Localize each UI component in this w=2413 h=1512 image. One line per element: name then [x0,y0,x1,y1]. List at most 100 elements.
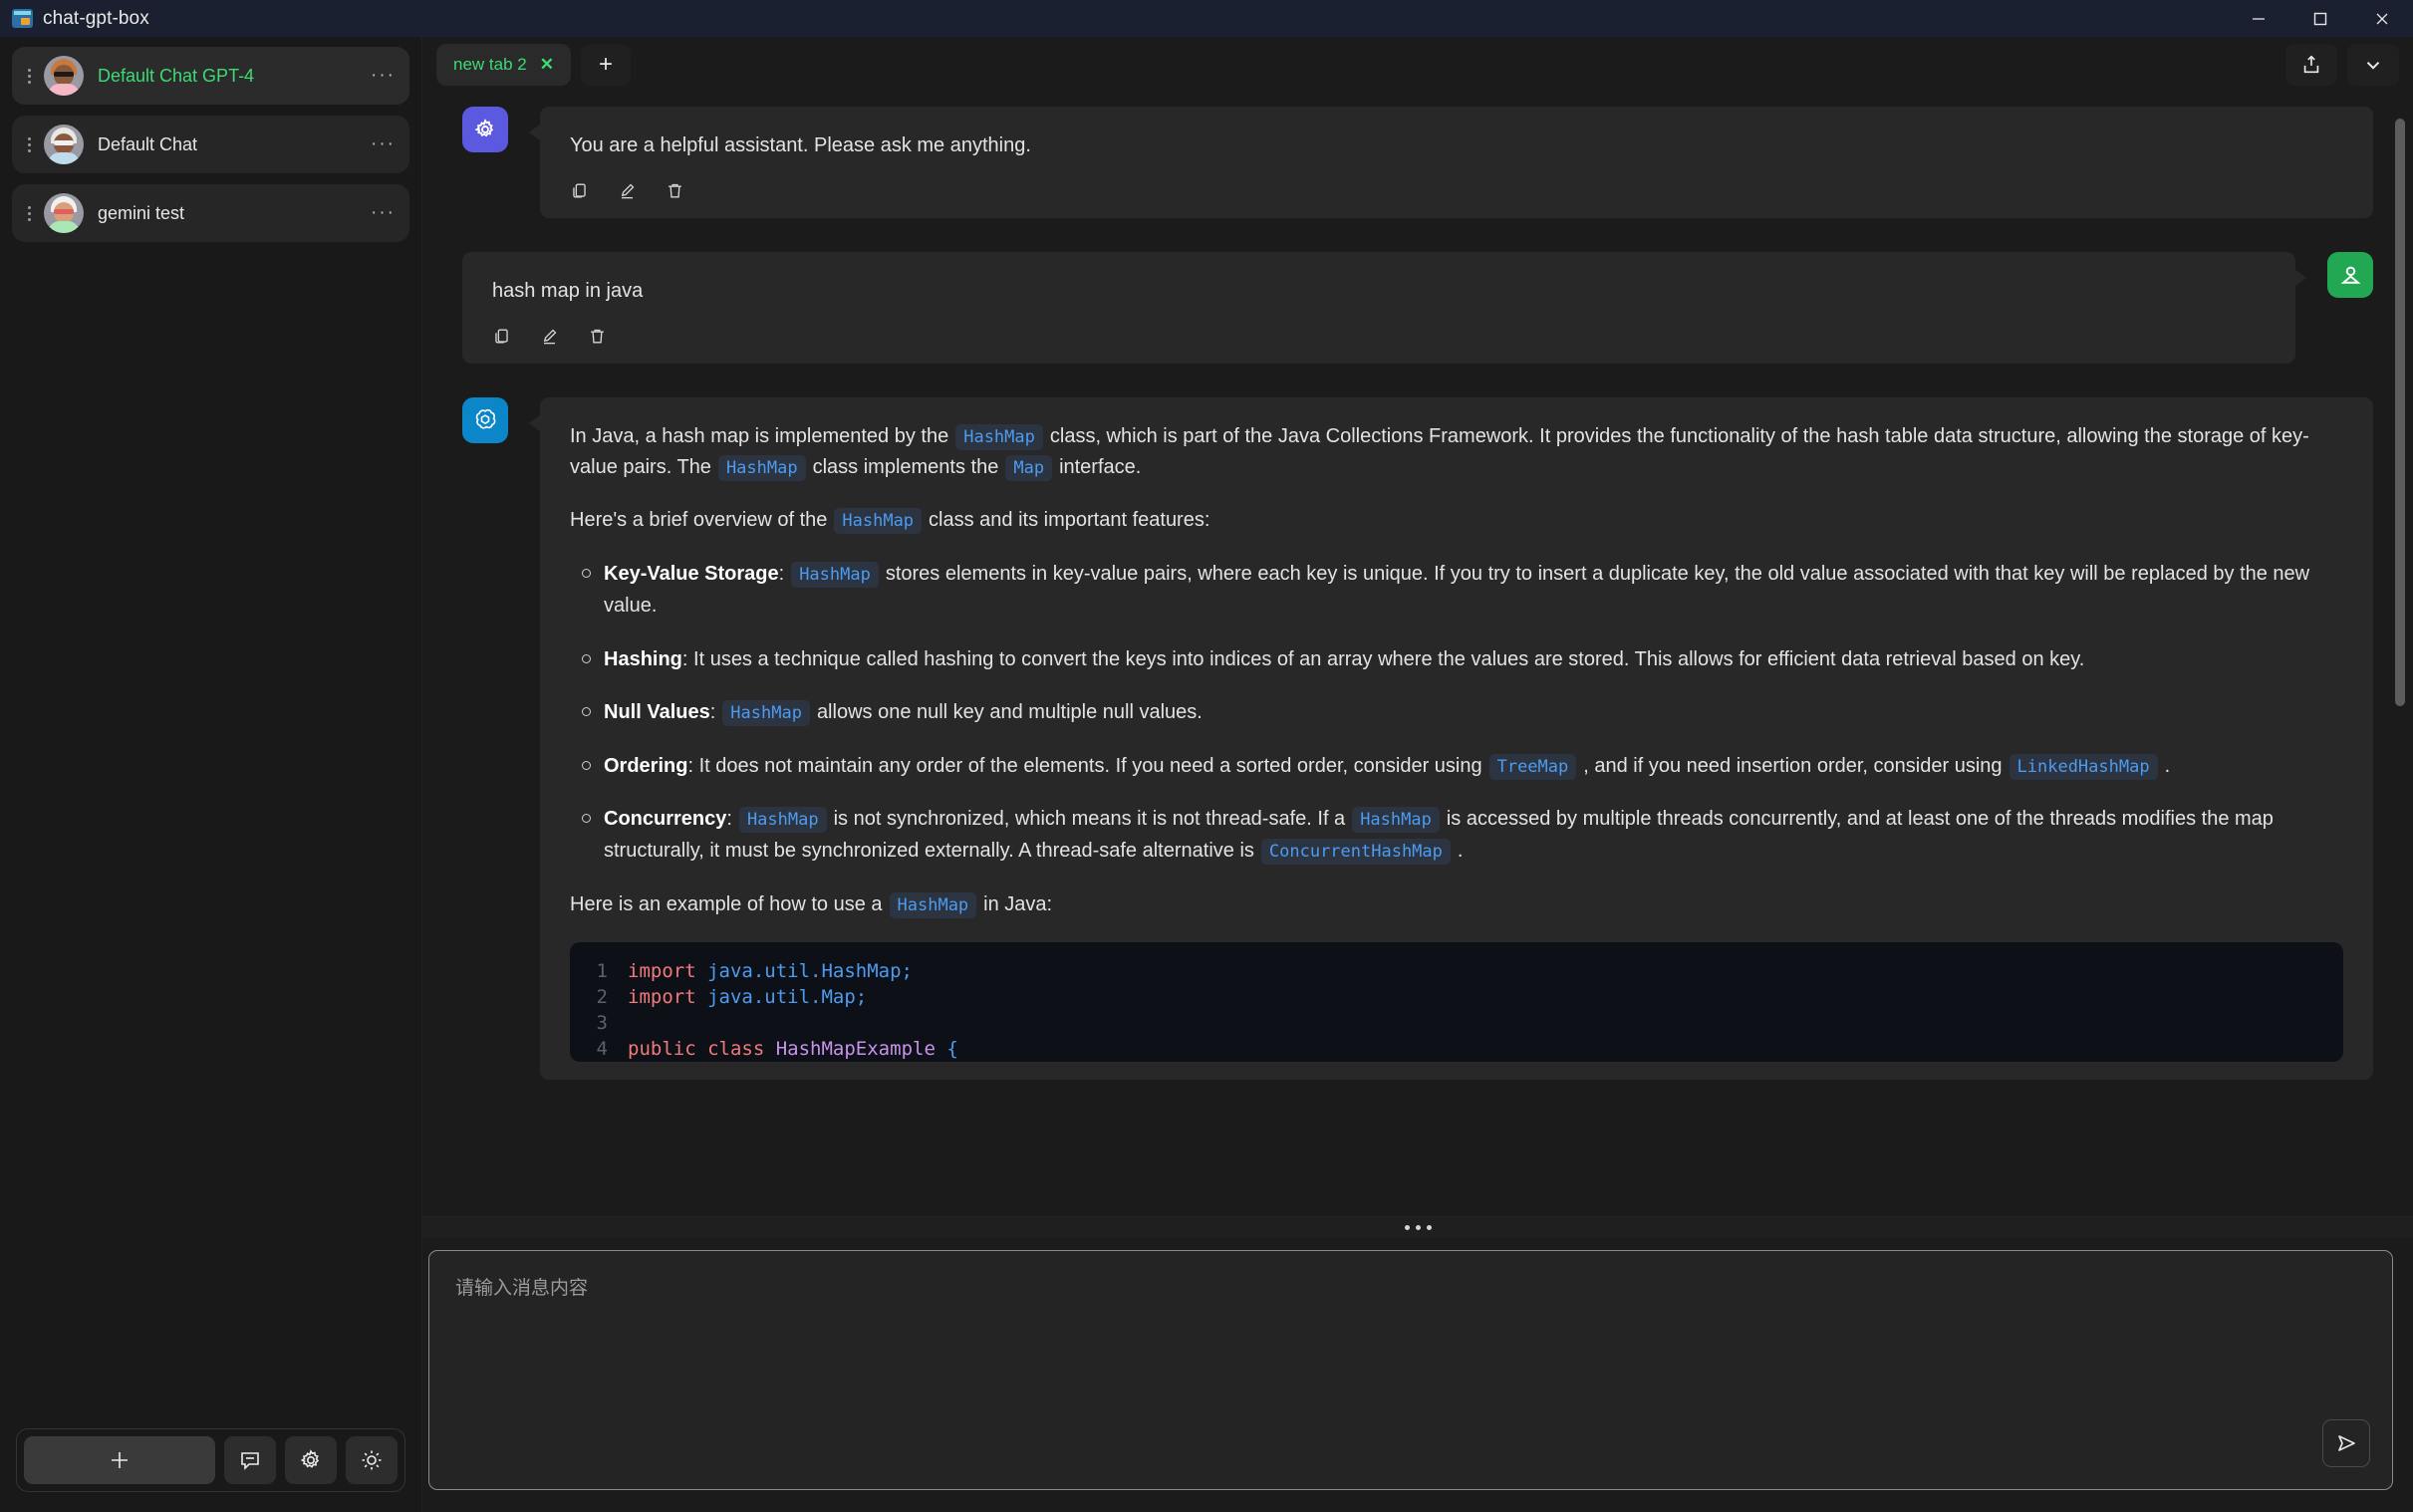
message-text: hash map in java [492,280,644,302]
message-text: You are a helpful assistant. Please ask … [570,134,1031,156]
sidebar-item-label: Default Chat [98,133,198,154]
message-actions [570,181,2343,200]
delete-icon[interactable] [588,327,607,346]
code-line: 4 public class HashMapExample { [570,1036,2343,1062]
window-controls [2228,0,2413,37]
tab-bar-actions [2285,44,2399,86]
edit-icon[interactable] [540,327,559,346]
share-icon[interactable] [2285,44,2337,86]
code-text: import java.util.HashMap; [628,958,913,984]
code-text: public class HashMapExample { [628,1036,958,1062]
line-number: 2 [596,985,608,1008]
list-item-title: Null Values [604,701,710,724]
message-bubble: In Java, a hash map is implemented by th… [529,397,2373,1080]
drag-handle-icon[interactable] [18,205,40,221]
list-item: Concurrency: HashMap is not synchronized, … [582,803,2343,868]
text-fragment: Here's a brief overview of the [570,509,828,531]
minimize-icon[interactable] [2228,0,2289,37]
send-button[interactable] [2322,1419,2370,1467]
sidebar-item-default-chat[interactable]: Default Chat ··· [12,116,409,173]
text-fragment: , and if you need insertion order, consi… [1583,754,2003,777]
list-item: Key-Value Storage: HashMap stores elements… [582,558,2343,623]
inline-code: HashMap [722,700,810,727]
code-package: java.util.Map; [695,985,868,1008]
delete-icon[interactable] [666,181,684,200]
inline-code: HashMap [955,424,1043,450]
sidebar-item-label: Default Chat GPT-4 [98,65,255,86]
message-bubble: hash map in java [462,252,2306,364]
sidebar-item-more-button[interactable]: ··· [371,66,396,85]
sidebar: Default Chat GPT-4 ··· Default Chat ··· [0,37,422,1512]
code-text: import java.util.Map; [628,984,867,1010]
close-icon[interactable] [2351,0,2413,37]
inline-code: HashMap [834,508,923,534]
message-actions [492,327,2266,346]
assistant-paragraph-1: In Java, a hash map is implemented by th… [570,421,2343,483]
vertical-scrollbar[interactable] [2395,119,2405,706]
assistant-paragraph-3: Here is an example of how to use a HashMa… [570,889,2343,920]
list-item-title: Ordering [604,754,688,777]
inline-code: LinkedHashMap [2009,753,2158,780]
copy-icon[interactable] [570,181,589,200]
list-item: Hashing: It uses a technique called hash… [582,643,2343,675]
copy-icon[interactable] [492,327,511,346]
sidebar-item-more-button[interactable]: ··· [371,134,396,153]
inline-code: HashMap [1352,806,1440,833]
message-system: You are a helpful assistant. Please ask … [462,107,2373,218]
list-item-title: Key-Value Storage [604,563,779,585]
close-icon[interactable]: ✕ [540,55,554,75]
drag-handle-icon[interactable] [18,68,40,84]
text-fragment: class and its important features: [929,509,1210,531]
sidebar-item-label: gemini test [98,202,185,223]
maximize-icon[interactable] [2289,0,2351,37]
code-keyword: import [628,985,696,1008]
person-icon [2327,252,2373,298]
line-number: 1 [596,959,608,982]
code-package: java.util.HashMap; [695,959,913,982]
code-keyword: import [628,959,696,982]
main-panel: new tab 2 ✕ + You are a helpful assistan… [422,37,2413,1512]
inline-code: ConcurrentHashMap [1260,839,1451,866]
avatar [44,56,84,96]
app-body: Default Chat GPT-4 ··· Default Chat ··· [0,37,2413,1512]
code-classname: HashMapExample [775,1037,936,1060]
code-line: 3 [570,1010,2343,1036]
sidebar-item-more-button[interactable]: ··· [371,203,396,222]
list-item: Ordering: It does not maintain any order… [582,750,2343,782]
sidebar-bottom [0,1414,421,1512]
gear-icon[interactable] [285,1436,337,1484]
text-fragment: interface. [1059,456,1142,478]
text-fragment: : [778,563,785,585]
message-user: hash map in java [462,252,2373,364]
inline-code: HashMap [738,806,827,833]
drag-handle-icon[interactable] [18,136,40,152]
app-title: chat-gpt-box [43,7,149,29]
inline-code: Map [1005,455,1053,481]
new-tab-button[interactable]: + [580,44,631,86]
sun-icon[interactable] [346,1436,398,1484]
code-line: 1 import java.util.HashMap; [570,958,2343,984]
chat-bubble-icon[interactable] [224,1436,276,1484]
app-window-icon [12,9,33,28]
message-input-placeholder: 请输入消息内容 [455,1278,589,1299]
text-fragment: . [2164,754,2171,777]
text-fragment: in Java: [983,892,1053,915]
tab-new-tab-2[interactable]: new tab 2 ✕ [436,44,571,86]
chat-list: Default Chat GPT-4 ··· Default Chat ··· [0,37,421,242]
code-package [764,1038,775,1060]
conversation-area[interactable]: You are a helpful assistant. Please ask … [422,93,2413,1216]
message-input-box[interactable]: 请输入消息内容 [428,1250,2393,1490]
line-number: 3 [596,1011,608,1034]
sidebar-toolbar [16,1428,405,1492]
chevron-down-icon[interactable] [2347,44,2399,86]
sidebar-item-gemini-test[interactable]: gemini test ··· [12,184,409,242]
title-bar-left: chat-gpt-box [0,8,149,30]
avatar [44,125,84,164]
sidebar-item-default-chat-gpt-4[interactable]: Default Chat GPT-4 ··· [12,47,409,105]
add-chat-button[interactable] [24,1436,215,1484]
panel-resize-handle[interactable] [422,1216,2413,1238]
edit-icon[interactable] [618,181,637,200]
tab-bar: new tab 2 ✕ + [422,37,2413,93]
text-fragment: In Java, a hash map is implemented by th… [570,425,949,447]
